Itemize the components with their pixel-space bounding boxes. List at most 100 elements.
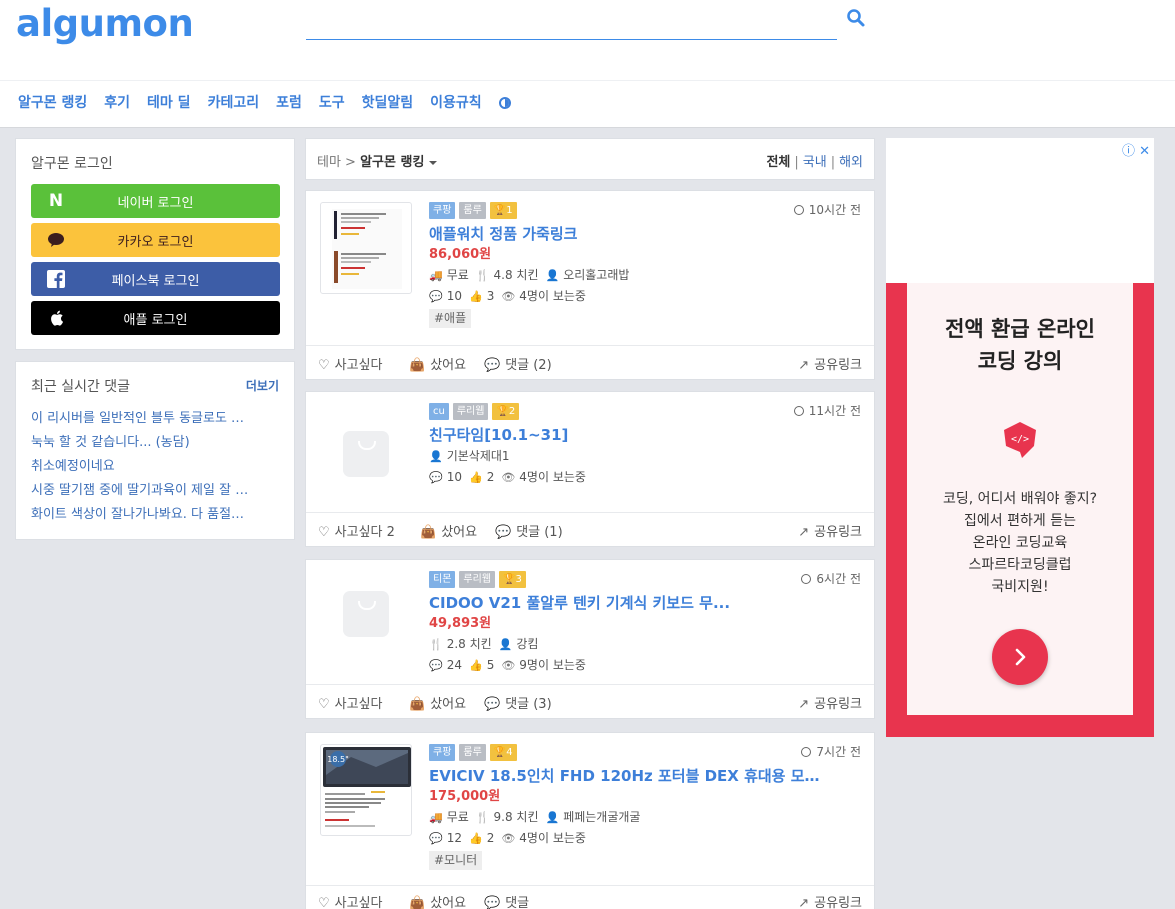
want-button[interactable]: ♡ 사고싶다 (318, 892, 383, 909)
deal-title[interactable]: 친구타임[10.1~31] (429, 424, 739, 446)
deal-actions: ♡ 사고싶다 👜 샀어요 💬 댓글 ↗ 공유링크 (306, 885, 874, 909)
share-link-button[interactable]: ↗ 공유링크 (798, 892, 862, 909)
apple-login-button[interactable]: 애플 로그인 (31, 301, 280, 335)
comments-button[interactable]: 💬 댓글 (2) (484, 354, 552, 373)
deal-hashtag[interactable]: #애플 (429, 309, 472, 328)
deal-thumbnail[interactable] (320, 202, 412, 294)
thumbs-up-icon: 👍 (468, 832, 483, 845)
deal-card: 쿠팡 룸루 🏆1 애플워치 정품 가죽링크 86,060원 🚚 무료 🍴 4.8 치킨… (305, 190, 875, 380)
breadcrumb-current[interactable]: 알구몬 랭킹 (360, 155, 424, 170)
deal-title[interactable]: 애플워치 정품 가죽링크 (429, 223, 739, 245)
filter-domestic[interactable]: 국내 (803, 155, 827, 170)
source-badge: 루리웹 (452, 403, 489, 420)
nav-tools[interactable]: 도구 (319, 92, 345, 114)
dark-mode-toggle-icon[interactable] (498, 97, 511, 109)
deal-thumbnail[interactable] (320, 568, 412, 660)
deal-thumbnail[interactable]: 18.5" (320, 744, 412, 836)
nav-terms[interactable]: 이용규칙 (430, 92, 482, 114)
more-comments-link[interactable]: 더보기 (246, 377, 279, 394)
comments-button[interactable]: 💬 댓글 (3) (484, 693, 552, 712)
recent-comments-panel: 최근 실시간 댓글 더보기 이 리시버를 일반적인 블투 동글로도 … 눅눅 할… (15, 361, 295, 540)
deal-hashtag[interactable]: #모니터 (429, 851, 483, 870)
store-badge[interactable]: cu (429, 403, 449, 420)
want-button[interactable]: ♡ 사고싶다 (318, 693, 383, 712)
caret-down-icon[interactable] (429, 160, 438, 165)
nav-hotdeal-alerts[interactable]: 핫딜알림 (362, 92, 414, 114)
site-header: algumon 알구몬 랭킹 후기 테마 딜 카테고리 포럼 도구 핫딜알림 이… (0, 0, 1175, 128)
search-icon[interactable] (846, 8, 868, 30)
want-button[interactable]: ♡ 사고싶다 (318, 354, 383, 373)
deal-title[interactable]: CIDOO V21 풀알루 텐키 기계식 키보드 무... (429, 592, 739, 614)
deal-title[interactable]: EVICIV 18.5인치 FHD 120Hz 포터블 DEX 휴대용 모니터 (429, 765, 829, 787)
comment-item[interactable]: 화이트 색상이 잘나가나봐요. 다 품절… (31, 503, 281, 527)
search-input[interactable] (306, 8, 837, 39)
comment-item[interactable]: 시중 딸기잼 중에 딸기과육이 제일 잘 … (31, 479, 281, 503)
breadcrumb-parent[interactable]: 테마 > (317, 155, 356, 170)
deal-meta: 👤 기본삭제대1 (429, 446, 869, 467)
comment-item[interactable]: 이 리시버를 일반적인 블투 동글로도 … (31, 407, 281, 431)
deal-author[interactable]: 오리홀고래밥 (563, 268, 629, 282)
naver-login-button[interactable]: N 네이버 로그인 (31, 184, 280, 218)
share-link-button[interactable]: ↗ 공유링크 (798, 354, 862, 373)
nav-forum[interactable]: 포럼 (276, 92, 302, 114)
deal-meta: 🍴 2.8 치킨 👤 강킴 (429, 637, 539, 651)
shopping-bag-icon: 👜 (409, 358, 426, 373)
store-badge[interactable]: 쿠팡 (429, 202, 456, 219)
thumbs-up-icon: 👍 (468, 471, 483, 484)
deal-stats: 💬 10 👍 2 👁 4명이 보는중 (429, 470, 586, 484)
filter-all[interactable]: 전체 (766, 155, 790, 170)
deal-price: 49,893원 (429, 616, 492, 631)
comments-button[interactable]: 💬 댓글 (1) (495, 521, 563, 540)
share-link-button[interactable]: ↗ 공유링크 (798, 693, 862, 712)
nav-categories[interactable]: 카테고리 (208, 92, 260, 114)
deal-author[interactable]: 기본삭제대1 (447, 449, 510, 463)
deal-author[interactable]: 강킴 (516, 637, 538, 651)
deal-author[interactable]: 페페는개굴개굴 (563, 810, 640, 824)
comment-item[interactable]: 취소예정이네요 (31, 455, 281, 479)
ad-info-icon[interactable]: ⓘ ✕ (1122, 140, 1150, 159)
facebook-login-button[interactable]: 페이스북 로그인 (31, 262, 280, 296)
placeholder-bag-icon (343, 431, 389, 477)
store-badge[interactable]: 쿠팡 (429, 744, 456, 761)
comment-item[interactable]: 눅눅 할 것 같습니다... (농담) (31, 431, 281, 455)
comments-button[interactable]: 💬 댓글 (484, 892, 529, 909)
deal-thumbnail[interactable] (320, 408, 412, 500)
store-badge[interactable]: 티몬 (429, 571, 456, 588)
kakao-login-button[interactable]: 카카오 로그인 (31, 223, 280, 257)
rank-badge: 🏆2 (492, 403, 520, 420)
deal-meta: 🚚 무료 🍴 9.8 치킨 👤 페페는개굴개굴 (429, 810, 641, 824)
heart-icon: ♡ (318, 896, 330, 909)
naver-login-label: 네이버 로그인 (117, 195, 194, 211)
trophy-icon: 🏆 (503, 574, 516, 585)
deal-body: 쿠팡 룸루 🏆1 애플워치 정품 가죽링크 86,060원 🚚 무료 🍴 4.8 치킨… (429, 202, 869, 328)
ad-arrow-button[interactable] (992, 629, 1048, 685)
nav-reviews[interactable]: 후기 (104, 92, 130, 114)
share-link-button[interactable]: ↗ 공유링크 (798, 521, 862, 540)
bought-button[interactable]: 👜 샀어요 (409, 693, 466, 712)
bought-button[interactable]: 👜 샀어요 (420, 521, 477, 540)
deal-time: 11시간 전 (793, 402, 861, 419)
bought-button[interactable]: 👜 샀어요 (409, 354, 466, 373)
heart-icon: ♡ (318, 697, 330, 712)
want-button[interactable]: ♡ 사고싶다 2 (318, 521, 395, 540)
ad-card: 전액 환급 온라인 코딩 강의 </> 코딩, 어디서 배워야 좋지? 집에서 … (907, 283, 1133, 715)
thumb-monitor-size: 18.5" (327, 755, 349, 764)
sidebar-ad[interactable]: ⓘ ✕ 전액 환급 온라인 코딩 강의 </> 코딩, 어디서 배워야 좋지? … (886, 138, 1154, 737)
svg-text:</>: </> (1011, 434, 1029, 445)
apple-icon (47, 309, 65, 327)
clock-icon (793, 205, 804, 215)
comment-icon: 💬 (429, 290, 443, 303)
fork-knife-icon: 🍴 (475, 269, 490, 282)
deal-stats: 💬 10 👍 3 👁 4명이 보는중 (429, 289, 586, 303)
heart-icon: ♡ (318, 358, 330, 373)
speech-bubble-icon: 💬 (484, 358, 501, 373)
bought-button[interactable]: 👜 샀어요 (409, 892, 466, 909)
nav-ranking[interactable]: 알구몬 랭킹 (18, 92, 87, 114)
site-logo[interactable]: algumon (16, 2, 194, 45)
nav-theme-deals[interactable]: 테마 딜 (147, 92, 191, 114)
deal-time: 6시간 전 (801, 570, 861, 587)
fork-knife-icon: 🍴 (429, 638, 443, 651)
deal-actions: ♡ 사고싶다 2 👜 샀어요 💬 댓글 (1) ↗ 공유링크 (306, 512, 874, 546)
filter-overseas[interactable]: 해외 (839, 155, 863, 170)
deal-card: 티몬 루리웹 🏆3 CIDOO V21 풀알루 텐키 기계식 키보드 무... … (305, 559, 875, 719)
